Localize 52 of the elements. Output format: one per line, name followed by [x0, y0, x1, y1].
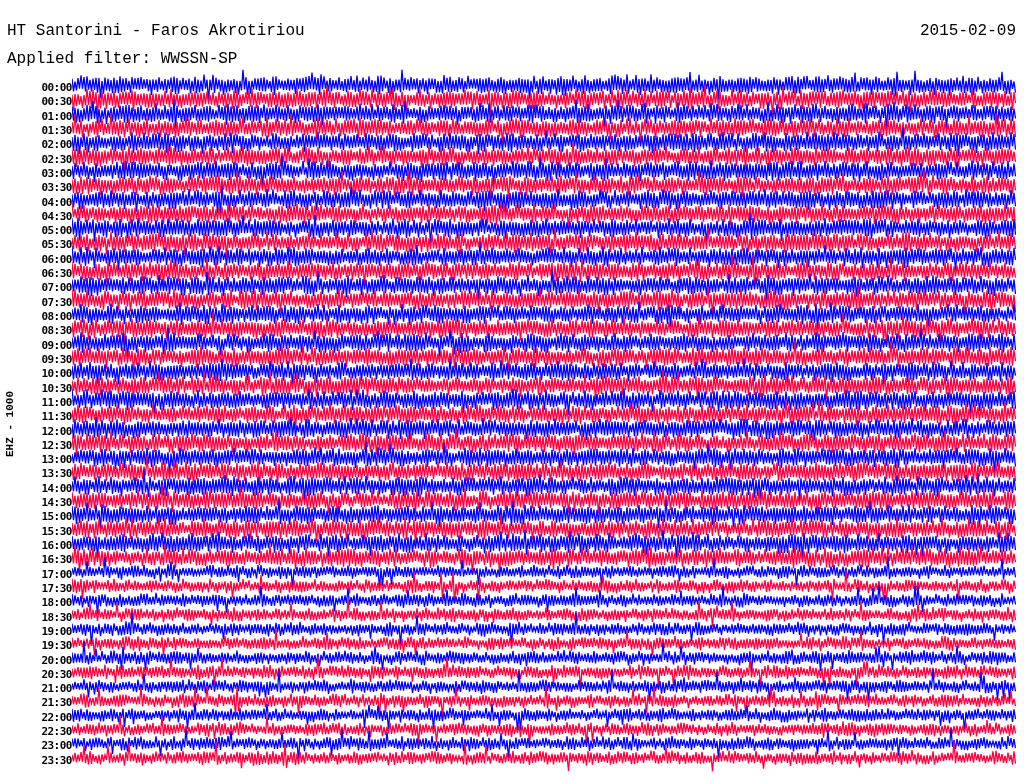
- time-label: 07:30: [41, 295, 72, 310]
- time-label: 02:30: [41, 152, 72, 167]
- time-label: 04:30: [41, 209, 72, 225]
- station-title: HT Santorini - Faros Akrotiriou: [7, 22, 305, 40]
- time-label: 09:00: [41, 338, 72, 353]
- time-label: 12:00: [41, 424, 72, 439]
- time-label: 05:30: [41, 238, 72, 253]
- time-label: 02:00: [41, 138, 72, 153]
- date-label: 2015-02-09: [920, 22, 1016, 40]
- time-label: 16:30: [41, 553, 72, 568]
- time-label: 18:30: [41, 610, 72, 625]
- time-label: 01:30: [41, 123, 72, 139]
- time-label: 09:30: [41, 352, 72, 368]
- time-label: 23:30: [41, 753, 72, 768]
- time-label: 08:00: [41, 310, 72, 325]
- time-label: 23:00: [41, 739, 72, 754]
- time-label: 22:30: [41, 725, 72, 740]
- time-label: 15:30: [41, 524, 72, 539]
- time-label: 01:00: [41, 109, 72, 124]
- time-label: 14:00: [41, 481, 72, 497]
- time-label: 10:00: [41, 367, 72, 382]
- time-label: 15:00: [41, 510, 72, 525]
- time-label: 21:00: [41, 682, 72, 697]
- time-label: 00:00: [41, 81, 72, 96]
- time-label: 06:00: [41, 252, 72, 268]
- time-label: 07:00: [41, 281, 72, 296]
- time-label: 11:30: [41, 410, 72, 425]
- time-label: 11:00: [41, 395, 72, 411]
- channel-label: EHZ - 1000: [4, 391, 16, 457]
- time-label: 19:30: [41, 639, 72, 654]
- time-label: 13:00: [41, 453, 72, 468]
- time-label: 14:30: [41, 496, 72, 511]
- time-label: 17:00: [41, 567, 72, 582]
- time-label: 10:30: [41, 381, 72, 396]
- time-label: 03:00: [41, 166, 72, 182]
- time-label: 16:00: [41, 539, 72, 554]
- time-label: 03:30: [41, 181, 72, 196]
- time-label: 18:00: [41, 596, 72, 611]
- time-label: 22:00: [41, 710, 72, 726]
- time-label: 00:30: [41, 95, 72, 110]
- time-label: 17:30: [41, 581, 72, 597]
- time-label: 12:30: [41, 438, 72, 454]
- time-label: 08:30: [41, 324, 72, 339]
- time-label: 05:00: [41, 224, 72, 239]
- time-label: 19:00: [41, 624, 72, 640]
- time-label: 04:00: [41, 195, 72, 210]
- time-label: 20:00: [41, 653, 72, 668]
- time-label: 20:30: [41, 667, 72, 683]
- filter-label: Applied filter: WWSSN-SP: [7, 50, 238, 68]
- time-label: 06:30: [41, 267, 72, 282]
- time-label: 13:30: [41, 467, 72, 482]
- time-label: 21:30: [41, 696, 72, 711]
